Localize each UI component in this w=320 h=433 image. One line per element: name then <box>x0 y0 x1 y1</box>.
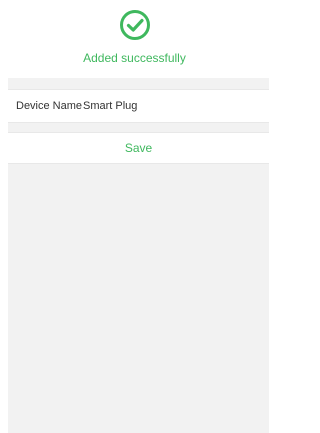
success-message: Added successfully <box>83 51 186 65</box>
add-device-result-screen: Added successfully Device Name Smart Plu… <box>0 0 269 433</box>
device-name-label: Device Name <box>16 100 83 112</box>
device-name-value[interactable]: Smart Plug <box>83 99 137 113</box>
device-name-row[interactable]: Device Name Smart Plug <box>8 89 269 123</box>
checkmark-circle-icon <box>120 10 150 40</box>
save-button[interactable]: Save <box>8 132 269 164</box>
save-button-label: Save <box>124 141 153 155</box>
success-header: Added successfully <box>0 0 269 78</box>
